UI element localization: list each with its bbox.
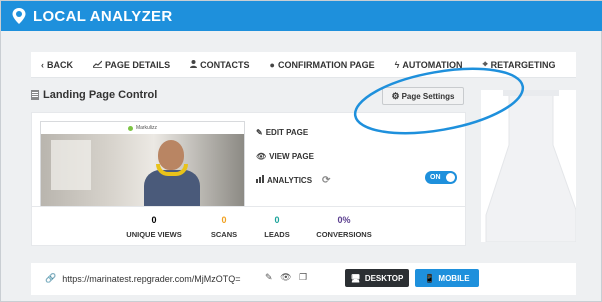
document-icon — [31, 90, 39, 100]
flask-icon — [485, 90, 576, 242]
eye-icon: 👁 — [256, 151, 267, 161]
preview-site-name: Markulizz — [135, 125, 158, 131]
landing-page-card: Markulizz ✎ EDIT PAGE 👁 VIEW PAGE ANALYT… — [31, 112, 466, 246]
preview-logo-icon — [127, 125, 133, 131]
tab-label: RETARGETING — [490, 59, 556, 70]
preview-photo-window — [51, 140, 91, 190]
stat-unique-views: 0 UNIQUE VIEWS — [122, 215, 186, 239]
edit-url-icon[interactable]: ✎ — [265, 272, 273, 282]
bar-chart-icon — [256, 175, 264, 185]
section-title: Landing Page Control — [31, 89, 157, 101]
preview-photo — [41, 134, 244, 206]
stat-scans: 0 SCANS — [204, 215, 244, 239]
tab-bar: ‹ BACK PAGE DETAILS CONTACTS ● CONFIRMAT… — [31, 52, 576, 78]
analytics-toggle[interactable]: ON — [425, 171, 457, 184]
user-icon — [190, 59, 198, 70]
toggle-knob — [446, 173, 455, 182]
page-url[interactable]: 🔗 https://marinatest.repgrader.com/MjMzO… — [45, 273, 241, 284]
page-settings-label: Page Settings — [401, 91, 455, 101]
tab-label: PAGE DETAILS — [105, 59, 171, 70]
mobile-label: MOBILE — [438, 273, 470, 283]
stat-label: SCANS — [210, 230, 238, 239]
analytics-label: ANALYTICS — [267, 175, 313, 185]
tab-confirmation-page[interactable]: ● CONFIRMATION PAGE — [270, 60, 375, 70]
stat-value: 0 — [274, 215, 280, 225]
copy-icon[interactable]: ❐ — [299, 272, 307, 282]
page-url-text: https://marinatest.repgrader.com/MjMzOTQ… — [62, 273, 241, 284]
stat-value: 0 — [221, 215, 227, 225]
gear-icon: ⚙ — [391, 90, 400, 101]
stat-label: CONVERSIONS — [316, 230, 372, 239]
desktop-button[interactable]: 🖥 DESKTOP — [345, 269, 409, 287]
tab-label: CONTACTS — [200, 59, 250, 70]
stat-label: UNIQUE VIEWS — [126, 230, 182, 239]
preview-header: Markulizz — [41, 122, 244, 134]
edit-page-label: EDIT PAGE — [265, 127, 309, 137]
tab-label: CONFIRMATION PAGE — [277, 59, 375, 70]
phone-icon: 📱 — [424, 273, 435, 283]
page-actions: ✎ EDIT PAGE 👁 VIEW PAGE ANALYTICS ⟳ ON — [256, 127, 457, 199]
page-settings-button[interactable]: ⚙ Page Settings — [382, 87, 464, 105]
stats-row: 0 UNIQUE VIEWS 0 SCANS 0 LEADS 0% CONVER… — [32, 206, 465, 246]
url-bar: 🔗 https://marinatest.repgrader.com/MjMzO… — [31, 263, 576, 295]
tab-retargeting[interactable]: ⌖ RETARGETING — [483, 59, 556, 70]
tab-back[interactable]: ‹ BACK — [41, 60, 73, 70]
stat-label: LEADS — [264, 230, 290, 239]
page-preview-thumbnail[interactable]: Markulizz — [40, 121, 245, 207]
bolt-icon: ϟ — [394, 59, 400, 70]
view-page-label: VIEW PAGE — [269, 151, 314, 161]
chevron-left-icon: ‹ — [41, 59, 44, 70]
tab-label: BACK — [47, 59, 73, 70]
section-title-text: Landing Page Control — [43, 89, 158, 101]
toggle-label: ON — [430, 174, 441, 181]
crosshair-icon: ⌖ — [482, 59, 488, 69]
circle-icon: ● — [269, 59, 275, 70]
stat-leads: 0 LEADS — [258, 215, 296, 239]
top-bar: LOCAL ANALYZER — [1, 1, 602, 31]
edit-page-link[interactable]: ✎ EDIT PAGE — [256, 127, 456, 137]
chart-icon — [92, 60, 103, 70]
view-page-link[interactable]: 👁 VIEW PAGE — [256, 151, 456, 161]
side-panel — [481, 90, 576, 242]
stat-conversions: 0% CONVERSIONS — [311, 215, 377, 239]
view-url-icon[interactable]: 👁 — [280, 272, 291, 282]
desktop-label: DESKTOP — [364, 273, 404, 283]
url-actions: ✎ 👁 ❐ — [265, 272, 312, 283]
monitor-icon: 🖥 — [350, 273, 361, 283]
link-icon: 🔗 — [45, 273, 57, 283]
tab-label: AUTOMATION — [402, 59, 463, 70]
refresh-icon[interactable]: ⟳ — [322, 175, 330, 186]
stat-value: 0 — [151, 215, 157, 225]
tab-automation[interactable]: ϟ AUTOMATION — [395, 60, 463, 70]
edit-icon: ✎ — [256, 127, 263, 137]
tab-page-details[interactable]: PAGE DETAILS — [92, 59, 171, 70]
tab-contacts[interactable]: CONTACTS — [190, 59, 250, 70]
mobile-button[interactable]: 📱 MOBILE — [415, 269, 479, 287]
brand-name[interactable]: LOCAL ANALYZER — [33, 8, 173, 25]
location-pin-icon — [11, 7, 27, 25]
stat-value: 0% — [337, 215, 351, 225]
